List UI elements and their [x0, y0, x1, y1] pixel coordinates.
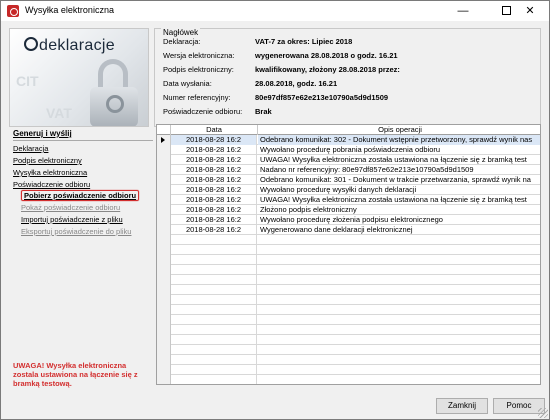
table-row[interactable]: 2018-08-28 16:2 Wywołano procedurę złożen… [157, 215, 540, 225]
sidebar-link-sending[interactable]: Wysyłka elektroniczna [13, 168, 87, 177]
import-receipt-link[interactable]: Importuj poświadczenie z pliku [21, 215, 123, 224]
empty-row [157, 345, 540, 355]
empty-row [157, 305, 540, 315]
empty-row [157, 235, 540, 245]
empty-row [157, 355, 540, 365]
divider [13, 140, 153, 141]
row-indicator [157, 145, 171, 155]
empty-row [157, 265, 540, 275]
group-legend: Nagłówek [161, 28, 201, 37]
table-row[interactable]: 2018-08-28 16:2 Wywołano procedurę wysyłk… [157, 185, 540, 195]
sidebar: Generuj i wyślij Deklaracja Podpis elekt… [9, 127, 155, 389]
empty-row [157, 285, 540, 295]
sidebar-link-receipt[interactable]: Poświadczenie odbioru [13, 180, 90, 189]
table-row[interactable]: 2018-08-28 16:2 UWAGA! Wysyłka elektronic… [157, 195, 540, 205]
window-title: Wysyłka elektroniczna [25, 5, 114, 15]
row-indicator [157, 215, 171, 225]
app-icon [7, 5, 19, 17]
column-header-date[interactable]: Data [171, 125, 258, 135]
maximize-icon [501, 6, 511, 15]
column-header-operation[interactable]: Opis operacji [258, 125, 540, 135]
table-row[interactable]: 2018-08-28 16:2 Wygenerowano dane deklara… [157, 225, 540, 235]
empty-row [157, 315, 540, 325]
minimize-button[interactable]: — [446, 1, 480, 21]
sidebar-title: Generuj i wyślij [13, 129, 72, 138]
row-indicator [157, 225, 171, 235]
download-receipt-link[interactable]: Pobierz poświadczenie odbioru [21, 190, 140, 201]
grid-corner [157, 125, 171, 135]
empty-row [157, 295, 540, 305]
table-row[interactable]: 2018-08-28 16:2 Odebrano komunikat: 302 -… [157, 135, 540, 145]
test-gateway-warning: UWAGA! Wysyłka elektroniczna zostala ust… [13, 361, 138, 388]
sidebar-link-signature[interactable]: Podpis elektroniczny [13, 156, 82, 165]
row-indicator [157, 205, 171, 215]
empty-row [157, 365, 540, 375]
row-indicator [157, 175, 171, 185]
current-row-arrow-icon [161, 137, 165, 143]
operations-grid[interactable]: Data Opis operacji 2018-08-28 16:2 Odebra… [156, 124, 541, 385]
logo-e-icon [24, 37, 38, 51]
row-indicator [157, 165, 171, 175]
title-bar: Wysyłka elektroniczna — ✕ [1, 1, 549, 21]
resize-grip-icon[interactable] [538, 408, 548, 418]
empty-row [157, 375, 540, 384]
sidebar-link-declaration[interactable]: Deklaracja [13, 144, 48, 153]
export-receipt-link[interactable]: Eksportuj poświadczenie do pliku [21, 227, 131, 236]
close-button[interactable]: Zamknij [436, 398, 488, 414]
close-window-button[interactable]: ✕ [513, 1, 547, 21]
row-indicator [157, 135, 171, 145]
empty-row [157, 275, 540, 285]
table-row[interactable]: 2018-08-28 16:2 UWAGA! Wysyłka elektronic… [157, 155, 540, 165]
row-indicator [157, 195, 171, 205]
logo-text: deklaracje [24, 37, 115, 55]
empty-row [157, 325, 540, 335]
show-receipt-link[interactable]: Pokaż poświadczenie odbioru [21, 203, 120, 212]
table-row[interactable]: 2018-08-28 16:2 Nadano nr referencyjny: 8… [157, 165, 540, 175]
ghost-text-decoration: VAT [46, 105, 72, 121]
padlock-emblem-icon [106, 95, 124, 113]
table-row[interactable]: 2018-08-28 16:2 Złożono podpis elektronic… [157, 205, 540, 215]
row-indicator [157, 155, 171, 165]
empty-row [157, 255, 540, 265]
app-window: Wysyłka elektroniczna — ✕ CIT VAT deklar… [0, 0, 550, 420]
empty-row [157, 245, 540, 255]
table-row[interactable]: 2018-08-28 16:2 Odebrano komunikat: 301 -… [157, 175, 540, 185]
grid-header: Data Opis operacji [157, 125, 540, 135]
empty-row [157, 335, 540, 345]
ghost-text-decoration: CIT [16, 73, 39, 89]
row-indicator [157, 185, 171, 195]
table-row[interactable]: 2018-08-28 16:2 Wywołano procedurę pobran… [157, 145, 540, 155]
header-group: Nagłówek Deklaracja: VAT-7 za okres: Lipi… [154, 28, 541, 127]
edeklaracje-logo: CIT VAT deklaracje [9, 28, 149, 127]
